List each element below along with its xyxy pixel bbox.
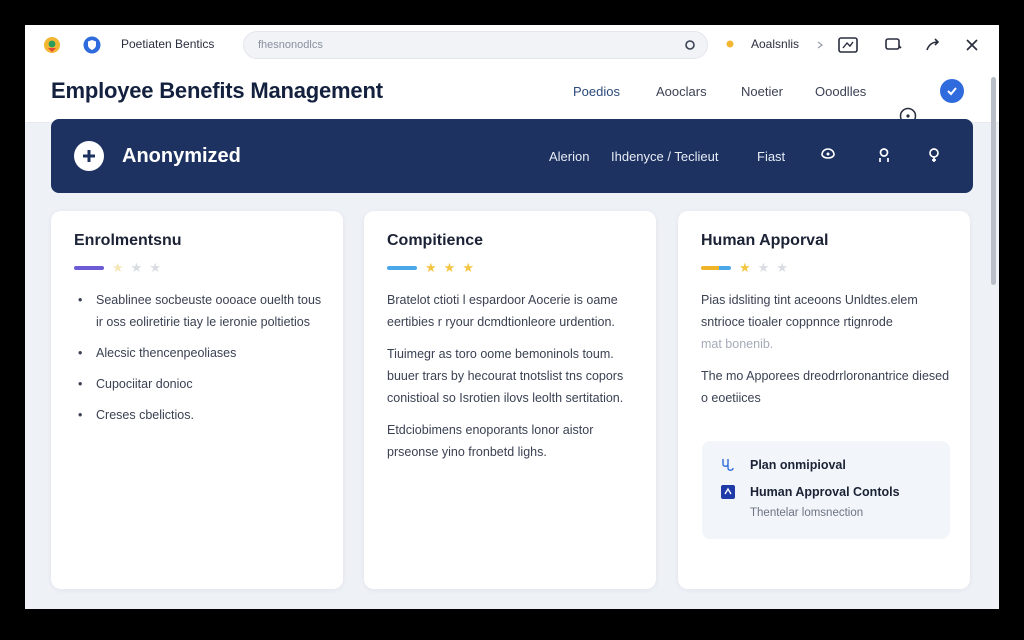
approval-label: Plan onmipioval	[750, 458, 846, 472]
card-enrollment: Enrolmentsnu ★ ★ ★ Seablinee socbeuste o…	[51, 211, 343, 589]
card-title: Human Apporval	[701, 232, 829, 249]
card-compliance: Compitience ★ ★ ★ Bratelot ctioti l espa…	[364, 211, 656, 589]
approval-label: Human Approval Contols	[750, 485, 900, 499]
app-logo-icon[interactable]	[43, 36, 61, 54]
url-text[interactable]: fhesnonodlcs	[258, 39, 323, 51]
card-body: Bratelot ctioti l espardoor Aocerie is o…	[387, 289, 637, 473]
profile-label[interactable]: Aoalsnlis	[751, 37, 799, 51]
star-icon: ★	[425, 260, 437, 275]
shield-icon[interactable]	[83, 36, 101, 54]
paragraph: The mo Apporees dreodrrloronantrice dies…	[701, 369, 950, 405]
add-icon[interactable]	[74, 141, 104, 171]
star-icon: ★	[739, 260, 751, 275]
card-rating: ★ ★ ★	[387, 261, 481, 274]
share-icon[interactable]	[923, 35, 943, 55]
search-icon[interactable]	[926, 146, 944, 164]
star-icon: ★	[112, 260, 124, 275]
stethoscope-icon	[720, 457, 736, 473]
banner-title: Anonymized	[122, 145, 241, 167]
paragraph: Pias idsliting tint aceoons Unldtes.elem…	[701, 293, 918, 329]
hero-banner: Anonymized Alerion Ihdenyce / Teclieut F…	[51, 119, 973, 193]
card-title: Enrolmentsnu	[74, 232, 182, 249]
nav-item-poedios[interactable]: Poedios	[573, 84, 620, 99]
paragraph: Etdciobimens enoporants lonor aistor prs…	[387, 423, 594, 459]
bullet-list: Seablinee socbeuste oooace ouelth tous i…	[74, 289, 324, 426]
app-header: Employee Benefits Management Poedios Aoo…	[25, 65, 999, 125]
cast-icon[interactable]	[883, 35, 903, 55]
muted-line: mat bonenib.	[701, 337, 774, 351]
page-title: Employee Benefits Management	[51, 78, 383, 103]
card-rating: ★ ★ ★	[74, 261, 168, 274]
banner-link-fiast[interactable]: Fiast	[757, 149, 785, 164]
banner-link-ihdenyce[interactable]: Ihdenyce / Teclieut	[611, 149, 718, 164]
paragraph: Bratelot ctioti l espardoor Aocerie is o…	[387, 293, 618, 329]
approval-item-controls[interactable]: Human Approval Contols	[720, 484, 900, 500]
nav-item-ooodlles[interactable]: Ooodlles	[815, 84, 866, 99]
accent-bar	[74, 265, 104, 270]
star-icon: ★	[443, 260, 456, 275]
list-item: Cupociitar donioc	[74, 373, 324, 395]
star-icon: ★	[462, 260, 474, 275]
star-icon: ★	[149, 260, 161, 275]
list-item: Creses cbelictios.	[74, 404, 324, 426]
notification-icon[interactable]	[819, 146, 837, 164]
chevron-right-icon[interactable]	[817, 41, 823, 49]
card-body: Pias idsliting tint aceoons Unldtes.elem…	[701, 289, 951, 419]
bookmark-icon[interactable]	[725, 39, 735, 49]
card-body: Seablinee socbeuste oooace ouelth tous i…	[74, 289, 324, 435]
checkbox-icon	[720, 484, 736, 500]
card-title: Compitience	[387, 232, 484, 249]
tab-title[interactable]: Poetiaten Bentics	[121, 37, 214, 51]
card-rating: ★ ★ ★	[701, 261, 795, 274]
avatar[interactable]	[940, 79, 964, 108]
accent-bar	[387, 265, 417, 270]
close-icon[interactable]	[963, 36, 981, 54]
star-icon: ★	[757, 260, 770, 275]
approval-panel: Plan onmipioval Human Approval Contols T…	[702, 441, 950, 539]
card-human-approval: Human Apporval ★ ★ ★ Pias idsliting tint…	[678, 211, 970, 589]
browser-window: Poetiaten Bentics fhesnonodlcs Aoalsnlis	[25, 25, 999, 609]
browser-toolbar: Poetiaten Bentics fhesnonodlcs Aoalsnlis	[25, 25, 999, 65]
list-item: Alecsic thencenpeoliases	[74, 342, 324, 364]
reload-icon[interactable]	[683, 38, 697, 57]
banner-link-alerion[interactable]: Alerion	[549, 149, 589, 164]
paragraph: Tiuimegr as toro oome bemoninols toum. b…	[387, 347, 624, 405]
approval-item-plan[interactable]: Plan onmipioval	[720, 457, 846, 473]
accent-bar	[701, 265, 731, 270]
star-icon: ★	[130, 260, 143, 275]
user-icon[interactable]	[875, 146, 893, 164]
screenshot-icon[interactable]	[837, 35, 859, 55]
star-icon: ★	[776, 260, 788, 275]
address-bar[interactable]: fhesnonodlcs	[243, 31, 708, 59]
nav-item-aooclars[interactable]: Aooclars	[656, 84, 707, 99]
list-item: Seablinee socbeuste oooace ouelth tous i…	[74, 289, 324, 333]
nav-item-noetier[interactable]: Noetier	[741, 84, 783, 99]
approval-subtext: Thentelar lomsnection	[750, 507, 864, 519]
scrollbar[interactable]	[991, 77, 996, 285]
